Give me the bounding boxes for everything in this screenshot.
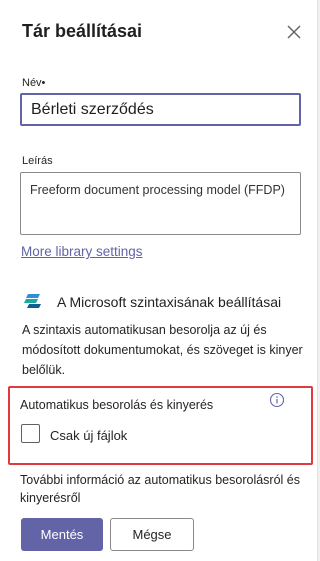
name-label: Név• (22, 77, 46, 89)
cancel-button[interactable]: Mégse (110, 518, 194, 551)
name-input[interactable] (20, 93, 301, 126)
info-icon[interactable] (269, 392, 285, 408)
more-info-text: További információ az automatikus besoro… (20, 473, 300, 505)
auto-classification-label: Automatikus besorolás és kinyerés (20, 398, 214, 412)
close-icon (287, 25, 301, 39)
syntex-description: A szintaxis automatikusan besorolja az ú… (22, 323, 303, 377)
description-textarea[interactable]: Freeform document processing model (FFDP… (20, 172, 301, 235)
syntex-settings-title: A Microsoft szintaxisának beállításai (57, 294, 282, 310)
new-files-only-checkbox[interactable] (21, 424, 40, 443)
more-library-settings-link[interactable]: More library settings (21, 244, 143, 259)
description-label: Leírás (22, 155, 53, 167)
close-button[interactable] (284, 22, 304, 42)
new-files-only-label: Csak új fájlok (50, 428, 128, 443)
panel-title: Tár beállításai (22, 21, 143, 41)
save-button[interactable]: Mentés (21, 518, 103, 551)
syntex-logo-icon (24, 294, 41, 308)
